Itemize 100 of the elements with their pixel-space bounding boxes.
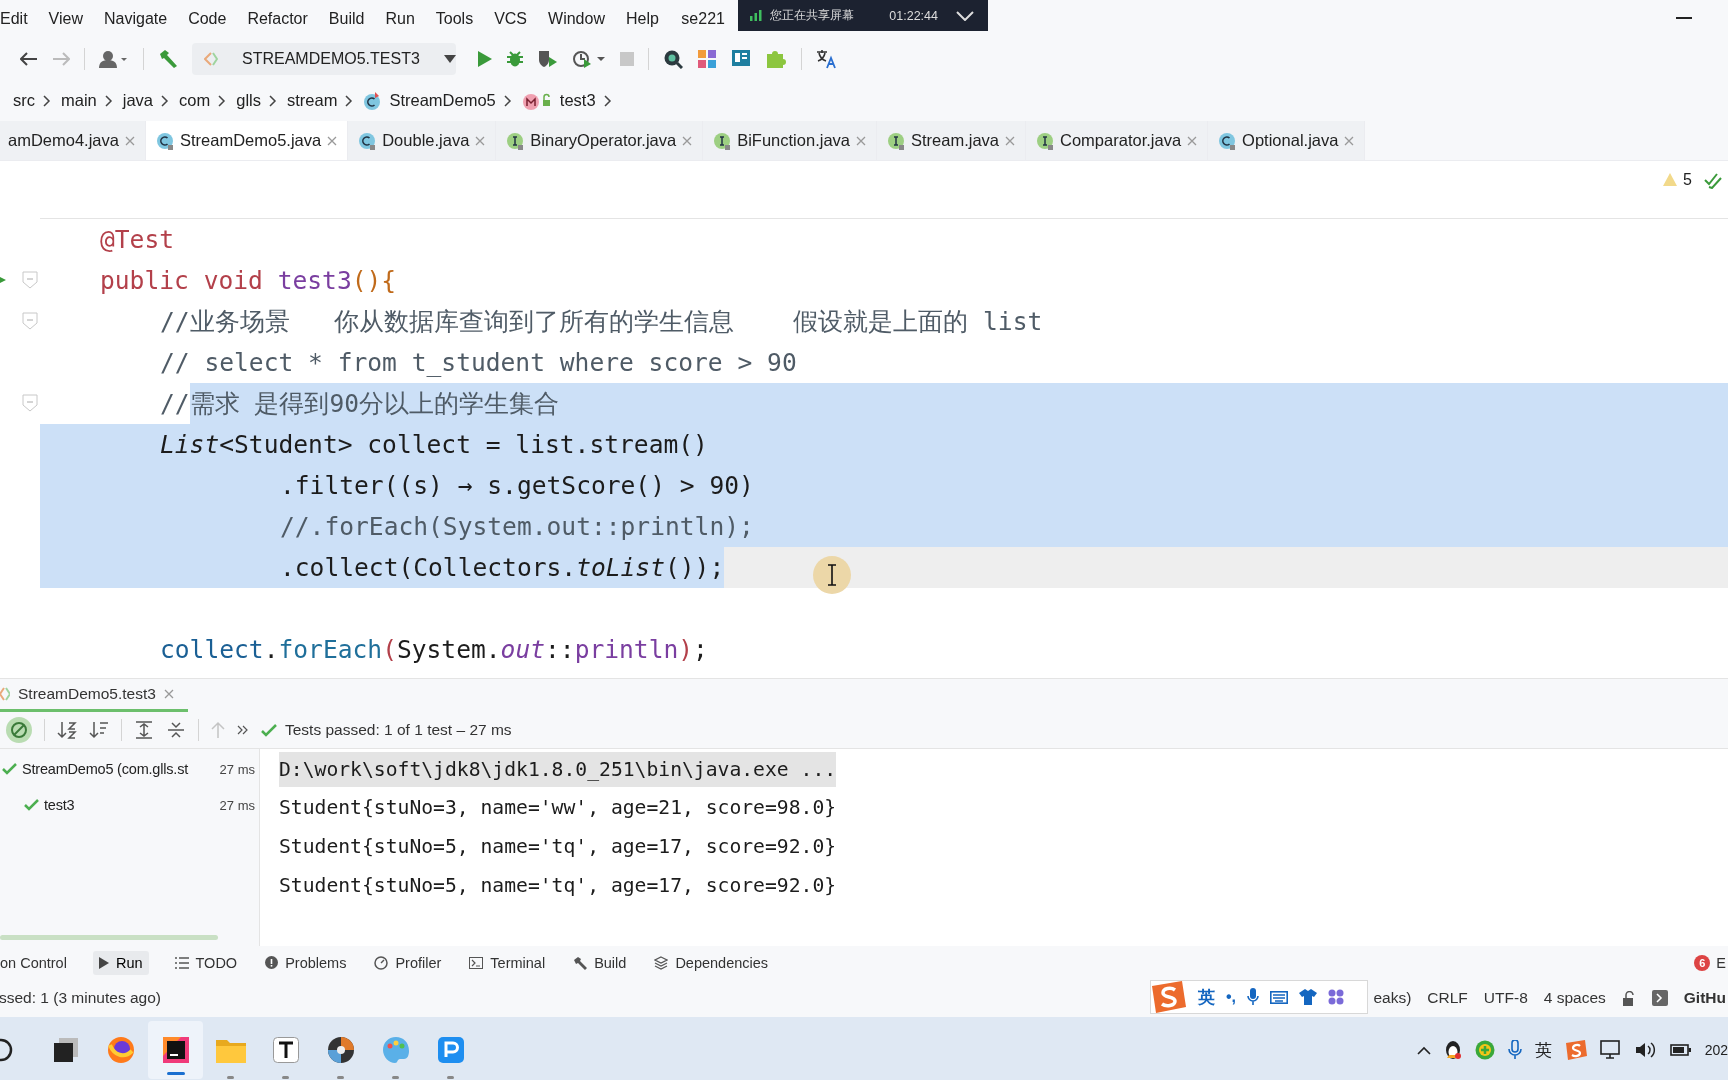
ime-punctuation[interactable]: •,: [1226, 988, 1237, 1006]
run-icon[interactable]: [478, 51, 492, 67]
chevron-up-icon[interactable]: [1416, 1045, 1431, 1055]
ime-logo-icon[interactable]: [1149, 980, 1187, 1014]
menu-item[interactable]: Tools: [425, 10, 484, 28]
run-gutter-icon[interactable]: [0, 274, 6, 286]
close-icon[interactable]: [1005, 135, 1016, 146]
penguin-icon[interactable]: [1443, 1040, 1462, 1060]
minimize-icon[interactable]: [1676, 17, 1692, 21]
editor-tab[interactable]: StreamDemo5.java: [145, 121, 349, 160]
typora-icon[interactable]: [272, 1037, 299, 1063]
menu-item[interactable]: Code: [177, 10, 237, 28]
scrollbar[interactable]: [0, 935, 218, 940]
breadcrumb-item[interactable]: java: [122, 91, 154, 110]
test-tree-item[interactable]: StreamDemo5 (com.glls.st: [22, 761, 189, 777]
close-icon[interactable]: [475, 135, 486, 146]
stop-rerun-icon[interactable]: [6, 717, 32, 743]
breadcrumb-item[interactable]: glls: [236, 91, 261, 110]
close-icon[interactable]: [327, 135, 338, 146]
search-icon[interactable]: [0, 1037, 14, 1063]
microphone-icon[interactable]: [1507, 1040, 1522, 1060]
status-item[interactable]: UTF-8: [1483, 989, 1528, 1007]
close-icon[interactable]: [1187, 135, 1198, 146]
ime-mode[interactable]: 英: [1198, 985, 1215, 1009]
close-icon[interactable]: [163, 689, 174, 699]
viewer-app-icon[interactable]: [437, 1037, 464, 1063]
expand-all-icon[interactable]: [134, 721, 154, 739]
terminal-icon[interactable]: [1651, 990, 1668, 1006]
network-icon[interactable]: [1599, 1040, 1622, 1060]
breadcrumb-item[interactable]: com: [179, 91, 211, 110]
grid-plugin-icon[interactable]: [697, 49, 717, 69]
menu-item[interactable]: Help: [615, 10, 670, 28]
menu-item[interactable]: Navigate: [93, 10, 178, 28]
menu-item[interactable]: Edit: [0, 10, 39, 28]
menu-item[interactable]: View: [38, 10, 94, 28]
editor-tab[interactable]: Comparator.java: [1026, 121, 1209, 160]
ime-logo-icon[interactable]: [1564, 1040, 1587, 1060]
volume-icon[interactable]: [1634, 1041, 1657, 1059]
clock[interactable]: 202: [1704, 1042, 1728, 1058]
test-tree-item[interactable]: test3: [44, 797, 75, 813]
microphone-icon[interactable]: [1247, 988, 1260, 1006]
taskbar-app[interactable]: [148, 1021, 203, 1079]
ime-mode[interactable]: 英: [1534, 1038, 1552, 1062]
sort-duration-icon[interactable]: [89, 721, 109, 739]
editor-tab[interactable]: amDemo4.java: [0, 121, 146, 160]
keyboard-icon[interactable]: [1270, 990, 1289, 1004]
close-icon[interactable]: [682, 135, 693, 146]
hammer-icon[interactable]: [158, 49, 178, 69]
disc-app-icon[interactable]: [326, 1036, 355, 1064]
chevron-down-icon[interactable]: [956, 10, 974, 21]
menu-item[interactable]: VCS: [483, 10, 538, 28]
breadcrumb-item[interactable]: src: [13, 91, 35, 110]
browser-icon[interactable]: [106, 1036, 135, 1064]
run-tab[interactable]: StreamDemo5.test3: [0, 679, 188, 712]
breadcrumb-item[interactable]: test3: [559, 91, 596, 110]
menu-item[interactable]: Run: [374, 10, 426, 28]
search-icon[interactable]: [663, 49, 683, 69]
palette-icon[interactable]: [381, 1036, 410, 1064]
editor-tab[interactable]: Optional.java: [1208, 121, 1366, 160]
breadcrumb-item[interactable]: StreamDemo5: [389, 91, 496, 110]
tool-window-button[interactable]: Problems: [263, 950, 349, 975]
tool-window-button[interactable]: Terminal: [467, 950, 548, 975]
apps-icon[interactable]: [1328, 989, 1345, 1005]
double-check-icon[interactable]: [1704, 173, 1722, 189]
user-icon[interactable]: [99, 50, 129, 68]
collapse-all-icon[interactable]: [166, 721, 186, 739]
menu-item[interactable]: Build: [318, 10, 375, 28]
ide-icon[interactable]: [161, 1036, 190, 1064]
warning-count[interactable]: 5: [1683, 171, 1692, 189]
sort-alphabetical-icon[interactable]: [57, 721, 77, 739]
menu-item[interactable]: Window: [537, 10, 616, 28]
close-icon[interactable]: [856, 135, 866, 146]
status-item[interactable]: GitHu: [1683, 989, 1726, 1007]
editor-tab[interactable]: BinaryOperator.java: [496, 121, 704, 160]
status-item[interactable]: eaks): [1373, 989, 1412, 1007]
profiler-icon[interactable]: [572, 50, 606, 68]
tool-window-button[interactable]: Run: [92, 950, 149, 975]
close-icon[interactable]: [124, 135, 135, 146]
battery-icon[interactable]: [1669, 1042, 1692, 1058]
status-item[interactable]: CRLF: [1427, 989, 1468, 1007]
tool-window-button[interactable]: on Control: [0, 950, 69, 975]
more-chevrons-icon[interactable]: [237, 725, 249, 735]
bug-icon[interactable]: [506, 50, 524, 68]
close-icon[interactable]: [1344, 135, 1355, 146]
tool-window-button[interactable]: Build: [571, 950, 629, 975]
editor-tab[interactable]: Double.java: [348, 121, 497, 160]
translate-icon[interactable]: [816, 49, 838, 69]
breadcrumb-item[interactable]: stream: [287, 91, 338, 110]
notification-label[interactable]: E: [1716, 954, 1726, 971]
tool-window-button[interactable]: TODO: [172, 950, 240, 975]
tool-window-button[interactable]: Dependencies: [652, 950, 771, 975]
document-plugin-icon[interactable]: [731, 49, 751, 69]
shirt-icon[interactable]: [1299, 989, 1318, 1005]
status-item[interactable]: 4 spaces: [1543, 989, 1606, 1007]
lock-icon[interactable]: [1621, 990, 1636, 1006]
task-view-icon[interactable]: [52, 1037, 79, 1063]
back-arrow-icon[interactable]: [20, 52, 38, 66]
shield-run-icon[interactable]: [538, 50, 558, 68]
run-config-dropdown[interactable]: STREAMDEMO5.TEST3: [192, 43, 456, 75]
editor-tab[interactable]: Stream.java: [877, 121, 1027, 160]
